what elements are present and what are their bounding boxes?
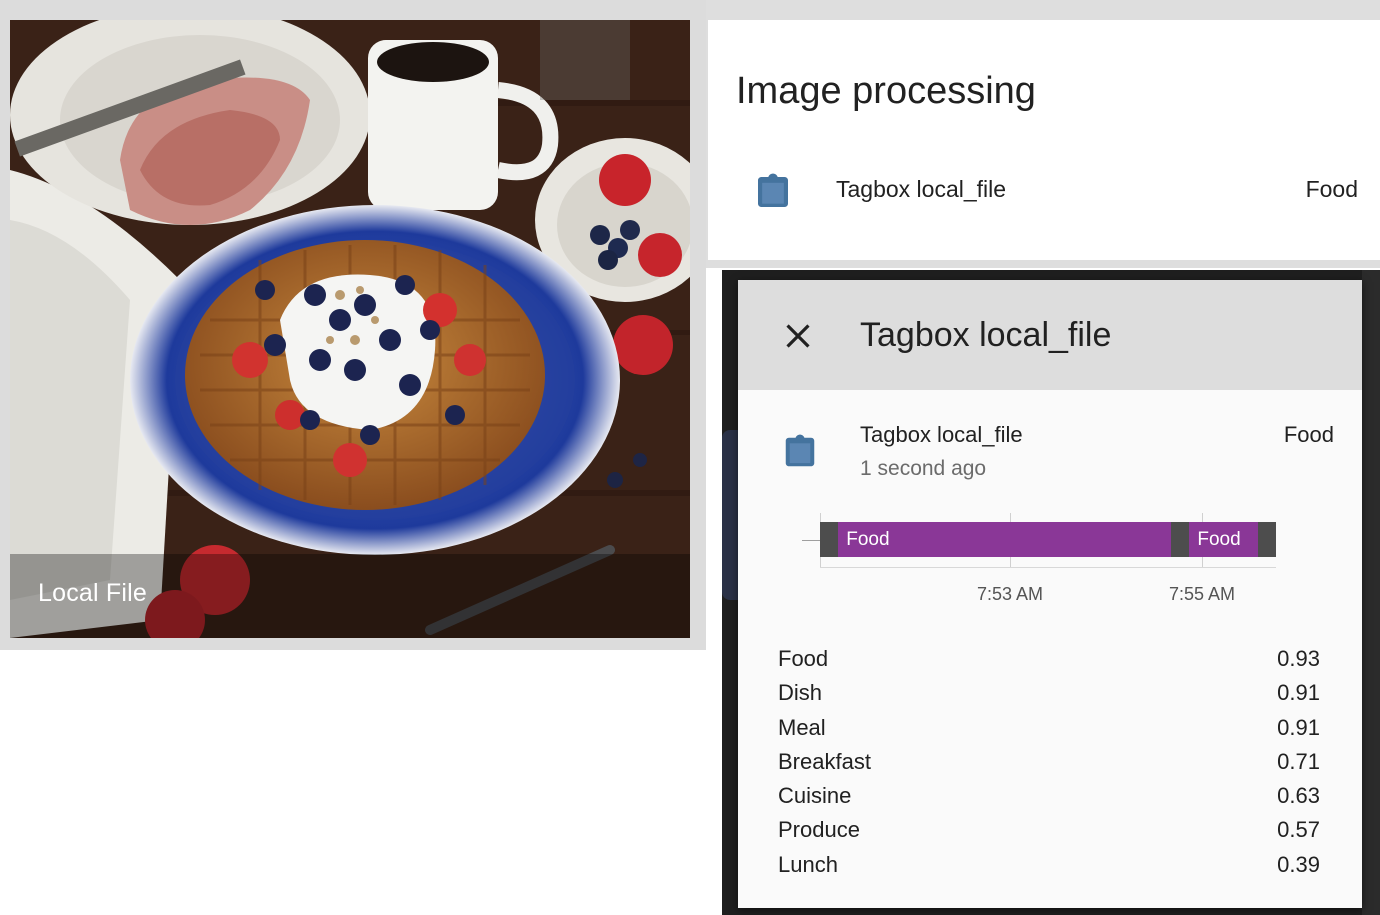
timeline-axis-bottom [820, 567, 1276, 568]
attribute-row: Food 0.93 [778, 642, 1320, 676]
attribute-value: 0.63 [1277, 783, 1320, 809]
entities-card-body: Image processing Tagbox local_file Food [708, 20, 1380, 260]
attribute-value: 0.71 [1277, 748, 1320, 774]
timeline-tick-label: 7:55 AM [1168, 584, 1236, 604]
entity-state[interactable]: Food [1306, 176, 1358, 203]
card-title: Image processing [736, 70, 1036, 112]
attribute-row: Cuisine 0.63 [778, 779, 1320, 813]
attribute-value: 0.91 [1277, 714, 1320, 740]
attribute-row: Meal 0.91 [778, 711, 1320, 745]
attribute-row: Dish 0.91 [778, 676, 1320, 710]
close-icon[interactable] [782, 320, 814, 357]
attribute-key: Cuisine [778, 783, 852, 809]
camera-image[interactable]: Local File [10, 20, 690, 638]
attribute-value: 0.91 [1277, 680, 1320, 706]
attribute-key: Lunch [778, 851, 838, 877]
entities-card: Image processing Tagbox local_file Food [706, 0, 1380, 268]
timeline-tick-label: 7:53 AM [976, 584, 1044, 604]
attribute-value: 0.57 [1277, 817, 1320, 843]
entity-state: Food [1283, 422, 1334, 447]
attribute-row: Produce 0.57 [778, 813, 1320, 847]
attribute-row: Breakfast 0.71 [778, 745, 1320, 779]
clipboard-icon [753, 172, 793, 217]
timeline-axis-left [802, 540, 820, 541]
more-info-dialog: Tagbox local_file Tagbox local_file 1 se… [738, 280, 1362, 908]
attribute-key: Breakfast [778, 748, 871, 774]
attribute-value: 0.93 [1277, 646, 1320, 671]
attribute-value: 0.39 [1277, 851, 1320, 877]
dialog-title: Tagbox local_file [860, 316, 1112, 354]
clipboard-icon [781, 433, 819, 476]
caption-bar: Local File [10, 554, 690, 638]
attribute-key: Meal [778, 714, 826, 740]
attributes-list: Food 0.93 Dish 0.91 Meal 0.91 Breakfast … [778, 642, 1320, 882]
backdrop-edge [1362, 270, 1380, 915]
attribute-key: Produce [778, 817, 860, 843]
timeline-segment[interactable]: Food [838, 522, 1172, 557]
last-changed: 1 second ago [860, 457, 987, 480]
attribute-key: Food [778, 646, 829, 671]
attribute-row: Lunch 0.39 [778, 848, 1320, 882]
entity-name: Tagbox local_file [860, 422, 1023, 447]
breakfast-photo [10, 20, 690, 638]
history-timeline[interactable]: Food Food 7:53 AM 7:55 AM [802, 505, 1282, 605]
dialog-header: Tagbox local_file [738, 280, 1362, 390]
timeline-segment[interactable]: Food [1189, 522, 1258, 557]
attribute-key: Dish [778, 680, 823, 706]
camera-caption: Local File [38, 579, 147, 607]
camera-card[interactable]: Local File [0, 0, 706, 650]
entity-name[interactable]: Tagbox local_file [836, 176, 1006, 203]
